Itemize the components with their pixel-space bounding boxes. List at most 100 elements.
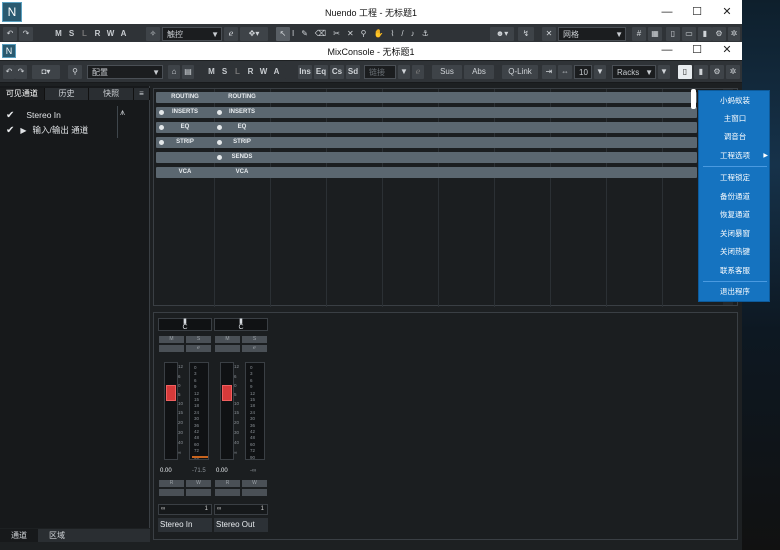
touch-mode-select[interactable]: 触控 ▼ bbox=[162, 27, 222, 41]
link-dropdown-icon[interactable]: ▼ bbox=[398, 65, 410, 79]
rack-row-inserts[interactable]: INSERTS INSERTS bbox=[156, 107, 697, 118]
filter-inserts-button[interactable]: Ins bbox=[298, 65, 312, 79]
snap-on-icon[interactable]: ✕ bbox=[542, 27, 556, 41]
channel-item-io[interactable]: ✔ ▶ 输入/输出 通道 bbox=[6, 124, 88, 136]
snap-icon[interactable]: ✥▾ bbox=[240, 27, 268, 41]
automation-mode-icon[interactable]: ✧ bbox=[146, 27, 160, 41]
mix-redo-icon[interactable]: ↷ bbox=[15, 65, 27, 79]
mix-settings-icon[interactable]: ✲ bbox=[726, 65, 740, 79]
mix-undo-icon[interactable]: ↶ bbox=[3, 65, 15, 79]
link-field[interactable]: 链接 bbox=[364, 65, 396, 79]
tab-snapshots[interactable]: 快照 bbox=[89, 88, 135, 100]
expand-triangle-icon[interactable]: ▶ bbox=[20, 126, 26, 135]
channel-width-narrow-icon[interactable]: ⇥ bbox=[542, 65, 556, 79]
settings-icon[interactable]: ✲ bbox=[728, 27, 740, 41]
grid-select[interactable]: 网格 ▼ bbox=[558, 27, 626, 41]
menu-item-project-lock[interactable]: 工程锁定 bbox=[699, 171, 771, 185]
channel-link-row[interactable]: ∞ 1 bbox=[158, 504, 212, 515]
strip-button[interactable] bbox=[159, 489, 184, 496]
tab-history[interactable]: 历史 bbox=[45, 88, 90, 100]
fader-cap[interactable] bbox=[222, 385, 232, 401]
menu-item-restore-channel[interactable]: 恢复通道 bbox=[699, 208, 771, 222]
listen-button[interactable] bbox=[159, 345, 184, 352]
peak-value[interactable]: -∞ bbox=[250, 468, 256, 474]
menu-item-backup-channel[interactable]: 备份通道 bbox=[699, 190, 771, 204]
channel-count-field[interactable]: 10 bbox=[574, 65, 592, 79]
mix-solo-button[interactable]: S bbox=[218, 65, 231, 79]
channel-width-wide-icon[interactable]: ⇔ bbox=[558, 65, 572, 79]
write-button[interactable]: W bbox=[242, 480, 267, 487]
left-zone-menu-icon[interactable]: ≡ bbox=[134, 88, 151, 100]
layout-right-icon[interactable]: ▮ bbox=[698, 27, 712, 41]
read-button[interactable]: R bbox=[91, 27, 104, 41]
abs-button[interactable]: Abs bbox=[464, 65, 494, 79]
mix-read-button[interactable]: R bbox=[244, 65, 257, 79]
menu-handle-icon[interactable] bbox=[691, 89, 696, 109]
layout-bottom-icon[interactable]: ▭ bbox=[682, 27, 696, 41]
redo-icon[interactable]: ↷ bbox=[19, 27, 33, 41]
check-icon[interactable]: ✔ bbox=[6, 110, 14, 121]
mix-camera-icon[interactable]: ◘▾ bbox=[32, 65, 60, 79]
close-icon[interactable]: ✕ bbox=[712, 0, 742, 24]
menu-item-close-popup[interactable]: 关闭暴窗 bbox=[699, 227, 771, 241]
edit-channel-icon[interactable]: ℯ bbox=[186, 345, 211, 352]
mix-layout-left-icon[interactable]: ▯ bbox=[678, 65, 692, 79]
strip-button[interactable] bbox=[215, 489, 240, 496]
channel-name[interactable]: Stereo Out bbox=[214, 518, 268, 532]
edit-channel-icon[interactable]: ℯ bbox=[242, 345, 267, 352]
read-button[interactable]: R bbox=[215, 480, 240, 487]
menu-item-widget[interactable]: 小蚂蚁装 bbox=[699, 94, 771, 108]
check-icon[interactable]: ✔ bbox=[6, 125, 14, 136]
automation-button[interactable]: A bbox=[117, 27, 130, 41]
pointer-tool-icon[interactable]: ↖ bbox=[276, 27, 290, 41]
volume-value[interactable]: 0.00 bbox=[160, 468, 172, 474]
sus-button[interactable]: Sus bbox=[432, 65, 462, 79]
menu-item-contact-support[interactable]: 联系客服 bbox=[699, 264, 771, 278]
solo-button[interactable]: S bbox=[242, 336, 267, 343]
tool-icons[interactable]: I✎⌫✂✕⚲✋⌇/♪⚓ bbox=[292, 27, 512, 41]
read-button[interactable]: R bbox=[159, 480, 184, 487]
mute-button[interactable]: M bbox=[52, 27, 65, 41]
mix-automation-button[interactable]: A bbox=[270, 65, 283, 79]
strip-button[interactable] bbox=[242, 489, 267, 496]
channel-count-dropdown-icon[interactable]: ▼ bbox=[594, 65, 606, 79]
undo-icon[interactable]: ↶ bbox=[3, 27, 17, 41]
solo-button[interactable]: S bbox=[65, 27, 78, 41]
menu-item-exit[interactable]: 退出程序 bbox=[699, 285, 771, 299]
mute-button[interactable]: M bbox=[159, 336, 184, 343]
channel-item-stereo-in[interactable]: ✔ Stereo In bbox=[6, 110, 61, 121]
strip-button[interactable] bbox=[186, 489, 211, 496]
rack-row-eq[interactable]: EQ EQ bbox=[156, 122, 697, 133]
tab-zones[interactable]: 区域 bbox=[38, 529, 76, 542]
mix-mute-button[interactable]: M bbox=[205, 65, 218, 79]
rack-row-strip[interactable]: STRIP STRIP bbox=[156, 137, 697, 148]
filter-eq-button[interactable]: Eq bbox=[314, 65, 328, 79]
mix-layout-right-icon[interactable]: ▮ bbox=[694, 65, 708, 79]
mix-config-select[interactable]: 配置 ▼ bbox=[87, 65, 163, 79]
channel-link-row[interactable]: ∞ 1 bbox=[214, 504, 268, 515]
menu-item-project-options[interactable]: 工程选项 ▶ bbox=[699, 149, 771, 163]
rack-row-routing[interactable]: ROUTING ROUTING bbox=[156, 92, 697, 103]
mix-minimize-icon[interactable]: — bbox=[652, 42, 682, 60]
volume-value[interactable]: 0.00 bbox=[216, 468, 228, 474]
mute-button[interactable]: M bbox=[215, 336, 240, 343]
mix-save-config-icon[interactable]: ⌂ bbox=[168, 65, 180, 79]
qlink-button[interactable]: Q-Link bbox=[502, 65, 538, 79]
tab-visibility[interactable]: 可见通道 bbox=[0, 88, 45, 100]
mix-maximize-icon[interactable]: ☐ bbox=[682, 42, 712, 60]
racks-select[interactable]: Racks ▼ bbox=[612, 65, 656, 79]
mix-setup-icon[interactable]: ⚙ bbox=[710, 65, 724, 79]
pan-control[interactable]: ▮ C bbox=[158, 318, 212, 331]
filter-sends-button[interactable]: Sd bbox=[346, 65, 360, 79]
keyboard-icon[interactable]: ▦ bbox=[648, 27, 662, 41]
solo-button[interactable]: S bbox=[186, 336, 211, 343]
peak-value[interactable]: -71.5 bbox=[192, 468, 206, 474]
grid-type-icon[interactable]: # bbox=[632, 27, 646, 41]
volume-fader[interactable] bbox=[164, 362, 178, 460]
rack-row-vca[interactable]: VCA VCA bbox=[156, 167, 697, 178]
mix-close-icon[interactable]: ✕ bbox=[712, 42, 742, 60]
edit-icon[interactable]: ℯ bbox=[224, 27, 238, 41]
fader-cap[interactable] bbox=[166, 385, 176, 401]
volume-fader[interactable] bbox=[220, 362, 234, 460]
layout-left-icon[interactable]: ▯ bbox=[666, 27, 680, 41]
